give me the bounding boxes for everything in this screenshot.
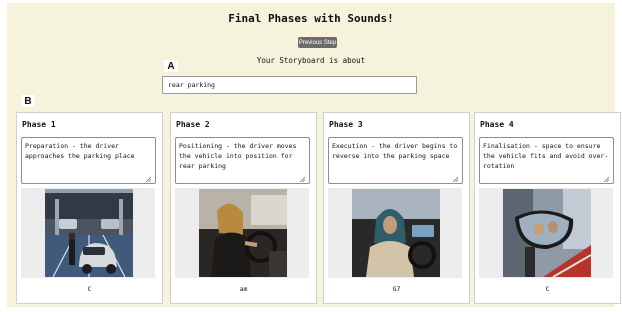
- phase-title: Phase 1: [22, 120, 56, 129]
- phase-sound-label: C: [87, 285, 92, 293]
- resize-grip-icon[interactable]: [452, 176, 458, 182]
- phase-sound-label: am: [239, 285, 248, 293]
- page-title: Final Phases with Sounds!: [228, 12, 394, 25]
- previous-step-button[interactable]: Previous Step: [298, 37, 337, 48]
- annotation-marker-a: A: [164, 60, 178, 72]
- phase-card-2: Phase 2 Positioning - the driver moves t…: [170, 112, 317, 304]
- phase-card-1: Phase 1 Preparation - the driver approac…: [16, 112, 163, 304]
- resize-grip-icon[interactable]: [299, 176, 305, 182]
- phase-sound-label: C: [545, 285, 550, 293]
- side-mirror-scene-icon: [503, 189, 591, 277]
- driver-reversing-scene-icon: [352, 189, 440, 277]
- phase-description-textarea[interactable]: Finalisation - space to ensure the vehic…: [479, 137, 614, 184]
- phase-card-3: Phase 3 Execution - the driver begins to…: [323, 112, 470, 304]
- resize-grip-icon[interactable]: [145, 176, 151, 182]
- phase-description-textarea[interactable]: Preparation - the driver approaches the …: [21, 137, 156, 184]
- phase-title: Phase 4: [480, 120, 514, 129]
- phase-description-textarea[interactable]: Positioning - the driver moves the vehic…: [175, 137, 310, 184]
- storyboard-about-label: Your Storyboard is about: [256, 56, 366, 65]
- phase-image-panel: [328, 188, 462, 278]
- phase-title: Phase 2: [176, 120, 210, 129]
- parking-garage-scene-icon: [45, 189, 133, 277]
- phase-image-panel: [175, 188, 309, 278]
- phase-image-panel: [21, 188, 155, 278]
- phase-card-4: Phase 4 Finalisation - space to ensure t…: [474, 112, 621, 304]
- storyboard-topic-input[interactable]: [162, 76, 417, 94]
- annotation-marker-b: B: [21, 95, 35, 107]
- phase-sound-label: G7: [392, 285, 401, 293]
- phase-description-textarea[interactable]: Execution - the driver begins to reverse…: [328, 137, 463, 184]
- app-frame: Final Phases with Sounds! Previous Step …: [7, 3, 621, 307]
- phase-image-panel: [479, 188, 613, 278]
- driver-turning-scene-icon: [199, 189, 287, 277]
- phase-title: Phase 3: [329, 120, 363, 129]
- resize-grip-icon[interactable]: [603, 176, 609, 182]
